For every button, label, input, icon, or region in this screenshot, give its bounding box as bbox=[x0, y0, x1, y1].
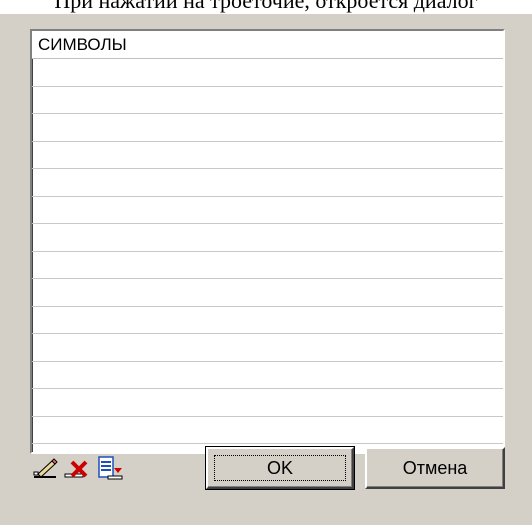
list-row[interactable] bbox=[32, 362, 503, 389]
list-rows bbox=[32, 59, 503, 444]
ok-button[interactable]: OK bbox=[205, 446, 355, 490]
list-header[interactable]: СИМВОЛЫ bbox=[32, 31, 503, 59]
cancel-button[interactable]: Отмена bbox=[365, 447, 505, 489]
list-row[interactable] bbox=[32, 87, 503, 114]
list-row[interactable] bbox=[32, 307, 503, 334]
list-row[interactable] bbox=[32, 389, 503, 417]
cancel-button-label: Отмена bbox=[402, 457, 468, 478]
symbols-dialog: СИМВОЛЫ OK Отмена bbox=[0, 14, 532, 525]
delete-icon[interactable] bbox=[64, 454, 92, 482]
list-row[interactable] bbox=[32, 334, 503, 362]
symbols-list[interactable]: СИМВОЛЫ bbox=[30, 29, 505, 454]
list-row[interactable] bbox=[32, 59, 503, 87]
edit-icon[interactable] bbox=[32, 454, 60, 482]
list-row[interactable] bbox=[32, 252, 503, 279]
list-row[interactable] bbox=[32, 114, 503, 142]
list-row[interactable] bbox=[32, 169, 503, 197]
insert-row-icon[interactable] bbox=[96, 454, 124, 482]
list-row[interactable] bbox=[32, 142, 503, 169]
focus-rect bbox=[214, 455, 346, 481]
list-row[interactable] bbox=[32, 279, 503, 307]
list-row[interactable] bbox=[32, 197, 503, 224]
list-row[interactable] bbox=[32, 224, 503, 252]
caption-text: При нажатии на троеточие, откроется диал… bbox=[54, 0, 478, 13]
list-row[interactable] bbox=[32, 417, 503, 444]
